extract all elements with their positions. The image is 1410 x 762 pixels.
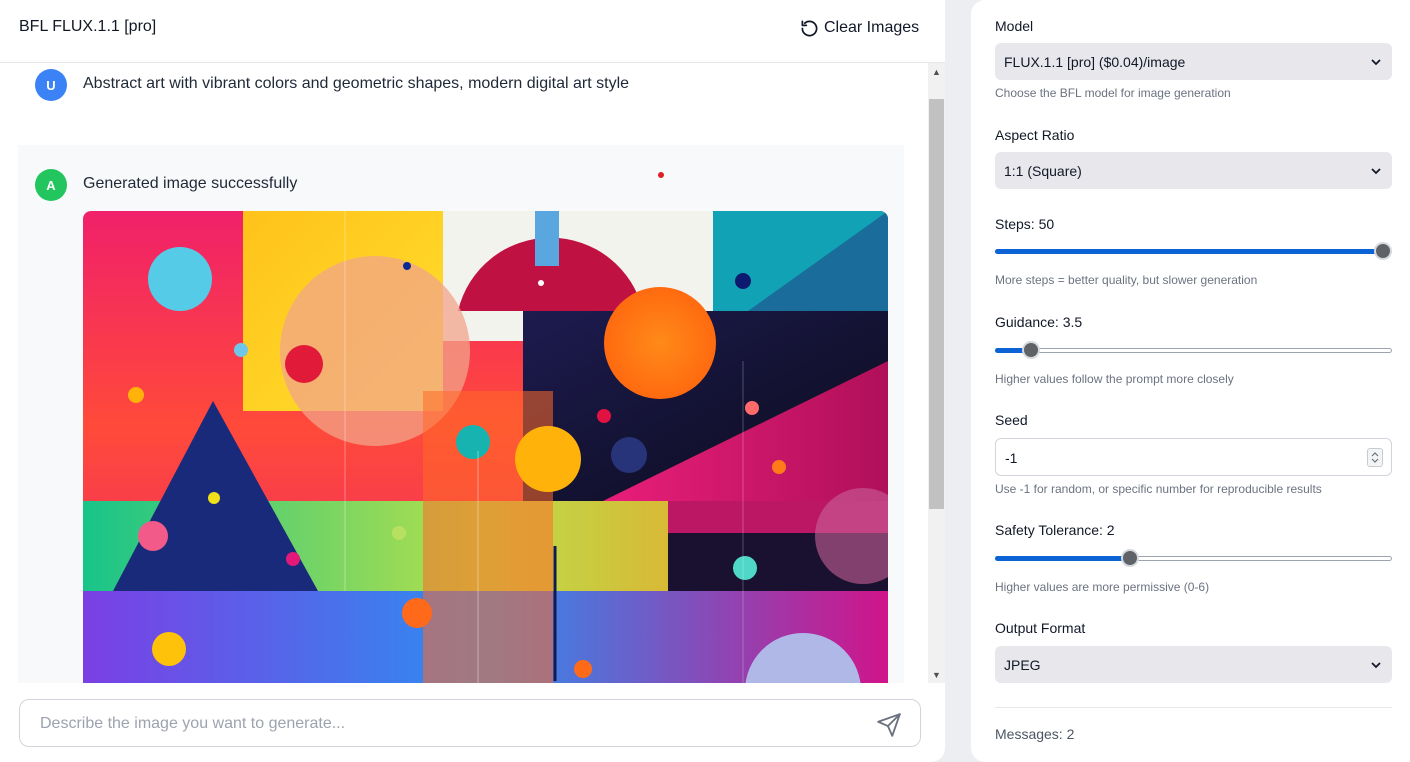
assistant-message-text: Generated image successfully <box>83 175 298 192</box>
slider-track <box>995 348 1392 353</box>
model-hint: Choose the BFL model for image generatio… <box>995 86 1231 100</box>
messages-count: Messages: 2 <box>995 726 1075 742</box>
guidance-label: Guidance: 3.5 <box>995 314 1083 330</box>
chat-scrollbar[interactable]: ▲ ▼ <box>928 63 945 683</box>
prompt-composer <box>19 699 921 747</box>
clear-images-label: Clear Images <box>824 19 920 36</box>
guidance-hint: Higher values follow the prompt more clo… <box>995 372 1234 386</box>
model-label: Model <box>995 18 1034 34</box>
safety-hint: Higher values are more permissive (0-6) <box>995 580 1210 594</box>
slider-thumb[interactable] <box>1121 549 1140 567</box>
user-avatar: U <box>35 69 67 101</box>
assistant-avatar: A <box>35 169 67 201</box>
seed-field <box>995 438 1392 476</box>
guidance-slider[interactable] <box>995 340 1392 360</box>
user-message-text: Abstract art with vibrant colors and geo… <box>83 75 630 92</box>
seed-label: Seed <box>995 412 1028 428</box>
clear-images-button[interactable]: Clear Images <box>800 16 919 40</box>
scroll-up-icon[interactable]: ▲ <box>928 63 945 80</box>
seed-stepper[interactable] <box>1367 448 1383 467</box>
refresh-icon <box>800 19 819 38</box>
slider-thumb[interactable] <box>1374 242 1392 260</box>
aspect-ratio-label: Aspect Ratio <box>995 127 1075 143</box>
send-button[interactable] <box>876 712 902 738</box>
slider-thumb[interactable] <box>1021 341 1040 359</box>
slider-fill <box>995 556 1131 561</box>
scroll-down-icon[interactable]: ▼ <box>928 666 945 683</box>
user-message: U Abstract art with vibrant colors and g… <box>18 63 904 143</box>
chevron-down-icon <box>1370 658 1382 674</box>
steps-label: Steps: 50 <box>995 216 1055 232</box>
steps-slider[interactable] <box>995 241 1392 261</box>
output-format-select[interactable]: JPEG <box>995 646 1392 683</box>
model-select[interactable]: FLUX.1.1 [pro] ($0.04)/image <box>995 43 1392 80</box>
seed-hint: Use -1 for random, or specific number fo… <box>995 482 1322 496</box>
assistant-message: A Generated image successfully <box>18 145 904 683</box>
status-dot <box>658 172 664 178</box>
chevron-down-icon <box>1370 164 1382 180</box>
output-format-label: Output Format <box>995 620 1086 636</box>
aspect-ratio-value: 1:1 (Square) <box>1004 163 1082 179</box>
scroll-thumb[interactable] <box>929 99 944 509</box>
safety-slider[interactable] <box>995 548 1392 568</box>
app-title: BFL FLUX.1.1 [pro] <box>19 18 157 35</box>
safety-label: Safety Tolerance: 2 <box>995 522 1115 538</box>
aspect-ratio-select[interactable]: 1:1 (Square) <box>995 152 1392 189</box>
settings-panel: Model FLUX.1.1 [pro] ($0.04)/image Choos… <box>971 0 1410 762</box>
chat-panel: BFL FLUX.1.1 [pro] Clear Images U Abstra… <box>0 0 945 762</box>
chat-header: BFL FLUX.1.1 [pro] Clear Images <box>0 0 945 63</box>
chevron-down-icon <box>1370 55 1382 71</box>
steps-hint: More steps = better quality, but slower … <box>995 273 1258 287</box>
model-select-value: FLUX.1.1 [pro] ($0.04)/image <box>1004 54 1186 70</box>
send-icon <box>877 713 901 737</box>
message-list: U Abstract art with vibrant colors and g… <box>0 63 928 683</box>
slider-fill <box>995 249 1383 254</box>
prompt-input[interactable] <box>40 713 860 735</box>
output-format-value: JPEG <box>1004 657 1041 673</box>
seed-input[interactable] <box>1005 448 1345 468</box>
divider <box>995 707 1392 708</box>
generated-image[interactable] <box>83 211 888 683</box>
